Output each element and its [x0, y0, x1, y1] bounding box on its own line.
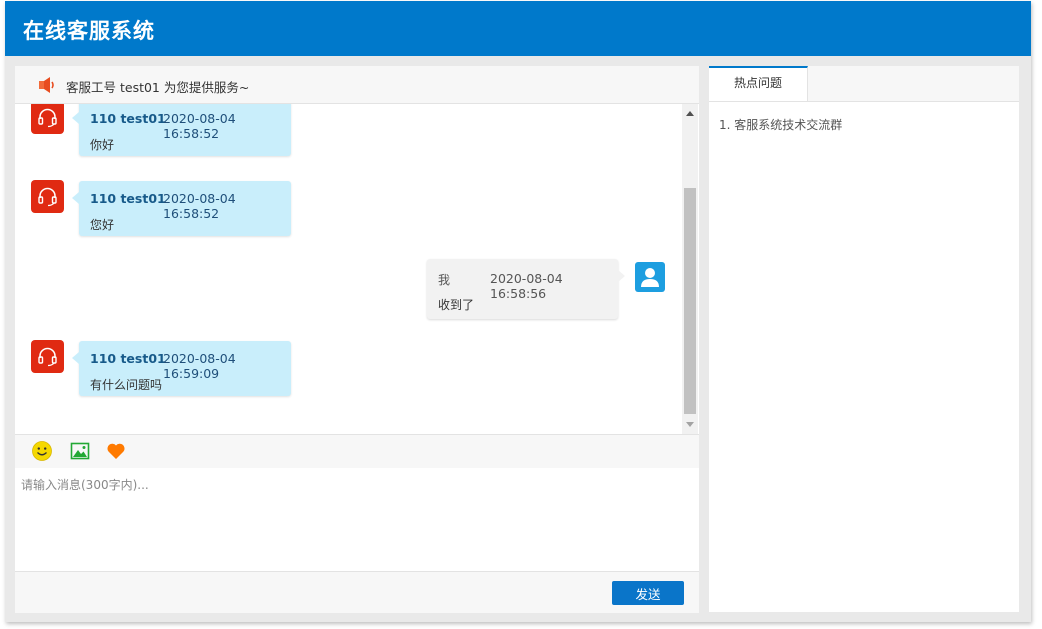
input-toolbar [15, 434, 699, 469]
sender-name: 110 test01 [90, 111, 166, 126]
my-avatar [635, 262, 665, 292]
header-bar: 在线客服系统 [5, 1, 1031, 56]
agent-message: 110 test01 2020-08-04 16:59:09 有什么问题吗 [72, 341, 291, 396]
heart-icon[interactable] [105, 440, 127, 462]
emoji-icon[interactable] [31, 440, 53, 462]
headset-icon [38, 187, 57, 207]
side-panel: 热点问题 1. 客服系统技术交流群 [709, 66, 1019, 612]
agent-avatar [31, 340, 64, 373]
message-time: 2020-08-04 16:58:52 [163, 111, 236, 141]
message-text: 你好 [90, 138, 115, 152]
sender-name: 110 test01 [90, 191, 166, 206]
tab-hot-questions[interactable]: 热点问题 [709, 66, 808, 101]
agent-message: 110 test01 2020-08-04 16:58:52 你好 [72, 104, 291, 156]
sender-name: 我 [438, 273, 451, 287]
scroll-down-arrow-icon[interactable] [686, 422, 694, 427]
scroll-up-arrow-icon[interactable] [686, 111, 694, 116]
message-time: 2020-08-04 16:58:52 [163, 191, 236, 221]
message-input[interactable] [15, 468, 699, 571]
headset-icon [38, 108, 57, 128]
user-icon [641, 268, 659, 287]
headset-icon [38, 347, 57, 367]
message-text: 有什么问题吗 [90, 378, 163, 392]
agent-avatar [31, 180, 64, 213]
my-message: 我 2020-08-04 16:58:56 收到了 [427, 259, 625, 319]
input-footer: 发送 [15, 571, 699, 613]
message-text: 收到了 [438, 298, 475, 312]
agent-avatar [31, 104, 64, 134]
side-tabs: 热点问题 [709, 66, 1019, 102]
faq-item[interactable]: 1. 客服系统技术交流群 [719, 116, 842, 133]
speaker-icon [39, 77, 54, 93]
message-text: 您好 [90, 218, 115, 232]
message-time: 2020-08-04 16:59:09 [163, 351, 236, 381]
image-icon[interactable] [69, 440, 91, 462]
message-scrollbar[interactable] [682, 104, 698, 434]
app-window: 在线客服系统 客服工号 test01 为您提供服务~ 110 test01 20… [5, 1, 1031, 622]
chat-panel: 客服工号 test01 为您提供服务~ 110 test01 2020-08-0… [15, 66, 699, 613]
sender-name: 110 test01 [90, 351, 166, 366]
notice-text: 客服工号 test01 为您提供服务~ [66, 80, 250, 95]
agent-message: 110 test01 2020-08-04 16:58:52 您好 [72, 181, 291, 236]
send-button[interactable]: 发送 [612, 581, 684, 605]
app-title: 在线客服系统 [23, 19, 155, 43]
service-notice: 客服工号 test01 为您提供服务~ [15, 66, 699, 104]
scrollbar-thumb[interactable] [684, 188, 696, 414]
message-list[interactable]: 110 test01 2020-08-04 16:58:52 你好 110 te… [15, 104, 699, 435]
message-time: 2020-08-04 16:58:56 [490, 271, 563, 301]
